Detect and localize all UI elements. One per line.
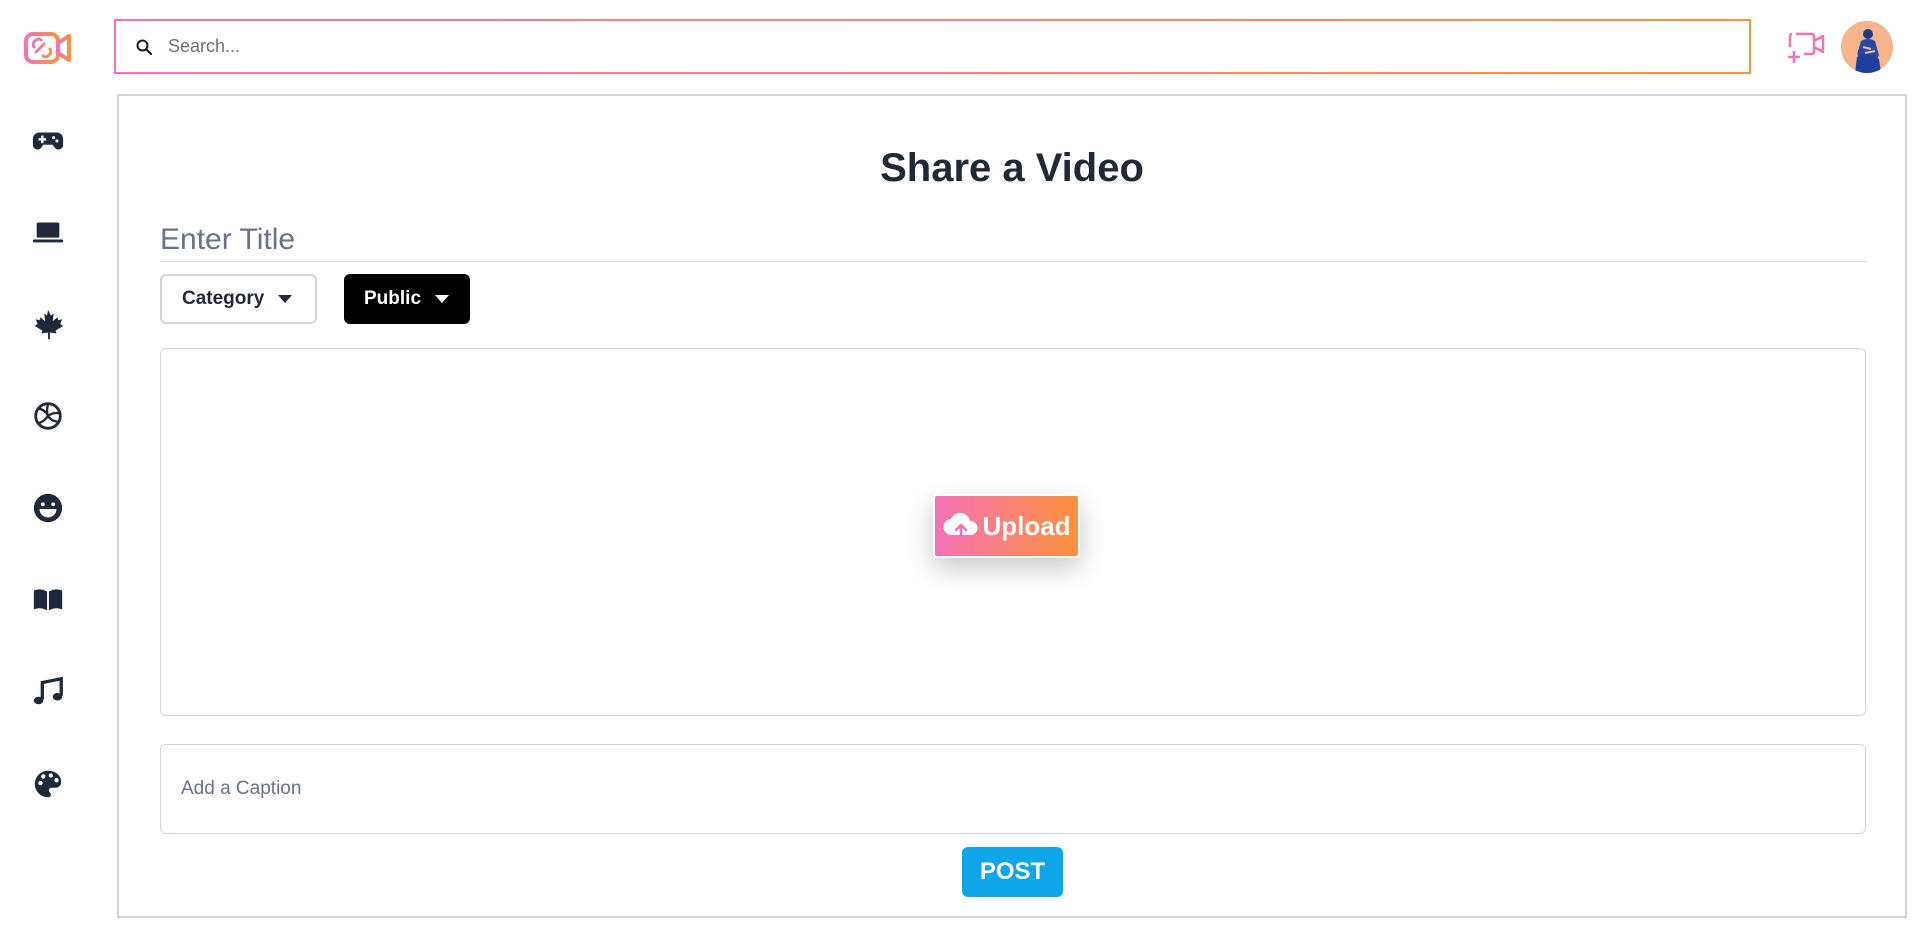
maple-leaf-icon xyxy=(34,309,64,340)
visibility-label: Public xyxy=(364,288,422,309)
caret-down-icon xyxy=(278,295,293,303)
sidebar-item-education[interactable] xyxy=(28,580,68,620)
caret-down-icon xyxy=(435,295,450,303)
gamepad-icon xyxy=(32,132,64,150)
app-logo-icon[interactable] xyxy=(22,26,74,70)
sidebar-item-technology[interactable] xyxy=(28,212,68,252)
upload-label: Upload xyxy=(982,510,1071,541)
page-title: Share a Video xyxy=(880,146,1144,190)
add-video-icon xyxy=(1788,32,1825,63)
title-input[interactable] xyxy=(160,218,1866,262)
cloud-upload-icon xyxy=(942,507,980,545)
music-icon xyxy=(33,676,63,705)
upload-button[interactable]: Upload xyxy=(933,494,1080,558)
search-bar xyxy=(114,19,1751,74)
category-dropdown[interactable]: Category xyxy=(160,274,317,324)
search-input[interactable] xyxy=(168,21,1749,72)
search-icon xyxy=(134,37,154,57)
palette-icon xyxy=(34,770,62,798)
sidebar-item-gaming[interactable] xyxy=(28,120,68,160)
search-field xyxy=(116,21,1749,72)
category-label: Category xyxy=(182,288,265,309)
laptop-icon xyxy=(32,222,64,243)
sidebar-item-nature[interactable] xyxy=(28,304,68,344)
visibility-dropdown[interactable]: Public xyxy=(344,274,470,324)
sidebar-item-sports[interactable] xyxy=(28,396,68,436)
caption-input[interactable] xyxy=(160,744,1866,834)
sidebar-item-music[interactable] xyxy=(28,672,68,712)
share-video-panel: Share a Video Category Public Upload POS… xyxy=(117,94,1907,918)
sidebar-item-comedy[interactable] xyxy=(28,488,68,528)
add-video-button[interactable] xyxy=(1786,28,1826,68)
sidebar-item-art[interactable] xyxy=(28,764,68,804)
smile-icon xyxy=(33,493,63,523)
sidebar xyxy=(0,0,96,930)
post-button[interactable]: POST xyxy=(962,847,1063,897)
avatar-image xyxy=(1841,21,1893,73)
volleyball-icon xyxy=(34,402,62,430)
book-icon xyxy=(33,589,63,611)
avatar[interactable] xyxy=(1841,21,1893,73)
upload-area[interactable]: Upload xyxy=(160,348,1866,716)
